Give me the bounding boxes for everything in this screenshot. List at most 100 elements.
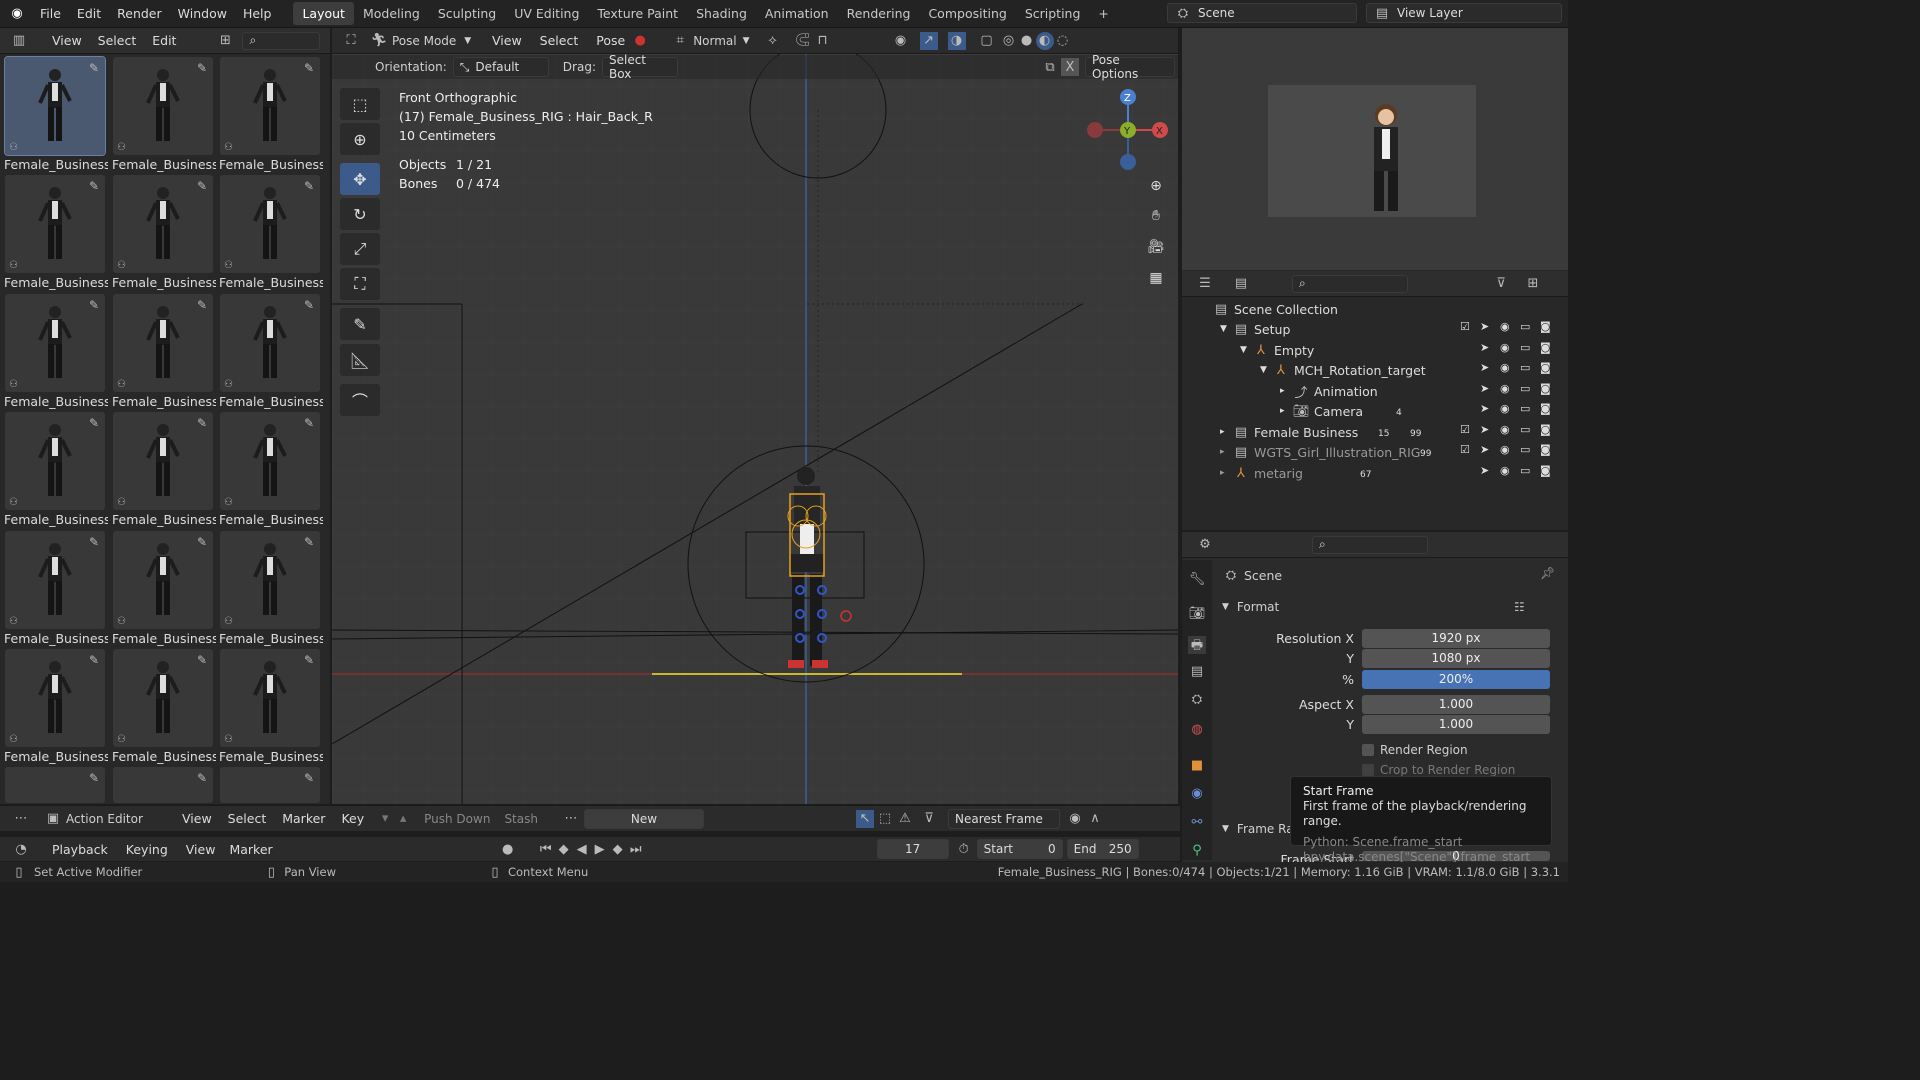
outliner-item[interactable]: ▸ ⤴ Animation bbox=[1280, 382, 1378, 401]
asset-thumbnail[interactable]: ✎ bbox=[113, 767, 213, 803]
select-arrow-icon[interactable]: ➤ bbox=[1480, 402, 1500, 415]
play-icon[interactable]: ▶ bbox=[591, 840, 609, 858]
start-frame-field[interactable]: Start 0 bbox=[976, 839, 1063, 859]
menu-render[interactable]: Render bbox=[109, 6, 170, 21]
asset-thumbnail[interactable]: ✎ ⚇ bbox=[4, 56, 106, 156]
aspect-x-field[interactable]: 1.000 bbox=[1362, 695, 1550, 714]
asset-thumbnail[interactable]: ✎ ⚇ bbox=[220, 57, 320, 155]
select-arrow-icon[interactable]: ➤ bbox=[1480, 423, 1500, 436]
edit-icon[interactable]: ✎ bbox=[89, 298, 99, 312]
edit-icon[interactable]: ✎ bbox=[197, 179, 207, 193]
asset-thumbnail[interactable]: ✎ ⚇ bbox=[113, 531, 213, 629]
tool-tab-icon[interactable]: 🔧︎ bbox=[1188, 572, 1206, 590]
disclosure-triangle-icon[interactable]: ▼ bbox=[1240, 345, 1252, 355]
constraints-tab-icon[interactable]: ⚯ bbox=[1188, 815, 1206, 833]
pivot-icon[interactable]: ⟡ bbox=[764, 32, 782, 50]
menu-help[interactable]: Help bbox=[235, 6, 280, 21]
gizmo-icon[interactable]: ↗ bbox=[919, 31, 938, 50]
falloff-icon[interactable]: ∧ bbox=[1086, 810, 1104, 828]
tab-sculpting[interactable]: Sculpting bbox=[429, 2, 505, 25]
move-tool[interactable]: ✥ bbox=[340, 163, 380, 195]
edit-icon[interactable]: ✎ bbox=[304, 179, 314, 193]
record-icon[interactable]: ● bbox=[499, 840, 517, 858]
timeline-menu-view[interactable]: View bbox=[180, 842, 222, 857]
camera-render-icon[interactable]: ◙ bbox=[1540, 464, 1560, 477]
outliner-item[interactable]: ▼ ▤ Setup bbox=[1220, 320, 1290, 338]
camera-render-icon[interactable]: ◙ bbox=[1540, 341, 1560, 354]
browse-action-icon[interactable]: ⋯ bbox=[562, 810, 580, 828]
viewport-menu-pose[interactable]: Pose bbox=[590, 33, 631, 48]
material-shading-icon[interactable]: ◐ bbox=[1035, 31, 1054, 50]
new-collection-icon[interactable]: ⊞ bbox=[1524, 275, 1542, 293]
asset-thumbnail[interactable]: ✎ ⚇ bbox=[113, 57, 213, 155]
eye-icon[interactable]: ◉ bbox=[1500, 320, 1520, 333]
outliner-search-input[interactable]: ⌕ bbox=[1292, 274, 1408, 293]
tab-scripting[interactable]: Scripting bbox=[1016, 2, 1090, 25]
filter-icon[interactable]: ⊽ bbox=[920, 810, 938, 828]
transform-tool[interactable]: ⛶ bbox=[340, 268, 380, 300]
push-down-button[interactable]: Push Down bbox=[424, 812, 490, 826]
prev-keyframe-icon[interactable]: ◆ bbox=[555, 840, 573, 858]
only-errors-icon[interactable]: ⚠ bbox=[896, 810, 914, 828]
asset-thumbnail[interactable]: ✎ ⚇ bbox=[113, 294, 213, 392]
menu-window[interactable]: Window bbox=[170, 6, 235, 21]
outliner-editor-icon[interactable]: ☰ bbox=[1196, 275, 1214, 293]
edit-icon[interactable]: ✎ bbox=[89, 653, 99, 667]
monitor-icon[interactable]: ▭ bbox=[1520, 402, 1540, 415]
outliner-item[interactable]: ▼ ⅄ Empty bbox=[1240, 341, 1314, 359]
timeline-menu-playback[interactable]: Playback bbox=[46, 842, 114, 857]
snap-icon[interactable]: 🧲︎ bbox=[794, 32, 812, 50]
edit-icon[interactable]: ✎ bbox=[197, 771, 207, 785]
outliner-item[interactable]: ▤ Scene Collection bbox=[1200, 300, 1338, 318]
tab-texture-paint[interactable]: Texture Paint bbox=[588, 2, 687, 25]
jump-end-icon[interactable]: ⏭ bbox=[627, 840, 645, 858]
proportional-edit-icon[interactable]: ◉ bbox=[1066, 810, 1084, 828]
pose-options-dropdown[interactable]: Pose Options bbox=[1084, 53, 1175, 81]
disclosure-triangle-icon[interactable]: ▸ bbox=[1220, 447, 1232, 457]
disclosure-triangle-icon[interactable]: ▸ bbox=[1220, 427, 1232, 437]
edit-icon[interactable]: ✎ bbox=[89, 61, 99, 75]
asset-thumbnail[interactable]: ✎ bbox=[5, 767, 105, 803]
edit-icon[interactable]: ✎ bbox=[89, 771, 99, 785]
display-mode-icon[interactable]: ▤ bbox=[1232, 275, 1250, 293]
asset-thumbnail[interactable]: ✎ ⚇ bbox=[113, 412, 213, 510]
aspect-y-field[interactable]: 1.000 bbox=[1362, 715, 1550, 734]
edit-icon[interactable]: ✎ bbox=[89, 416, 99, 430]
x-mirror-toggle[interactable]: X bbox=[1060, 58, 1079, 76]
asset-menu-view[interactable]: View bbox=[46, 33, 88, 48]
tab-uv-editing[interactable]: UV Editing bbox=[505, 2, 588, 25]
select-arrow-icon[interactable]: ➤ bbox=[1480, 382, 1500, 395]
eye-icon[interactable]: ◉ bbox=[1500, 382, 1520, 395]
blender-logo-icon[interactable]: ◉ bbox=[8, 5, 26, 23]
monitor-icon[interactable]: ▭ bbox=[1520, 341, 1540, 354]
asset-thumbnail[interactable]: ✎ ⚇ bbox=[113, 175, 213, 273]
mode-selector[interactable]: 🏃︎ Pose Mode ▼ bbox=[370, 32, 480, 50]
object-tab-icon[interactable]: ■ bbox=[1188, 758, 1206, 776]
visibility-icon[interactable]: ◉ bbox=[892, 32, 910, 50]
edit-icon[interactable]: ✎ bbox=[89, 179, 99, 193]
asset-thumbnail[interactable]: ✎ ⚇ bbox=[220, 175, 320, 273]
action-down-icon[interactable]: ▾ bbox=[376, 810, 394, 828]
asset-search-input[interactable]: ⌕ bbox=[242, 31, 321, 50]
eye-icon[interactable]: ◉ bbox=[1500, 423, 1520, 436]
mirror-icon[interactable]: ⧉ bbox=[1041, 58, 1059, 76]
outliner-item[interactable]: ▸ ▤ WGTS_Girl_Illustration_RIG bbox=[1220, 443, 1420, 461]
select-arrow-icon[interactable]: ➤ bbox=[1480, 443, 1500, 456]
outliner-item[interactable]: ▸ ⅄ metarig bbox=[1220, 464, 1303, 482]
menu-file[interactable]: File bbox=[32, 6, 69, 21]
asset-thumbnail[interactable]: ✎ ⚇ bbox=[220, 649, 320, 747]
asset-thumbnail[interactable]: ✎ ⚇ bbox=[5, 175, 105, 273]
xray-icon[interactable]: ▢ bbox=[978, 32, 996, 50]
monitor-icon[interactable]: ▭ bbox=[1520, 361, 1540, 374]
tab-shading[interactable]: Shading bbox=[687, 2, 756, 25]
snap-target-icon[interactable]: ⊓ bbox=[814, 32, 832, 50]
play-reverse-icon[interactable]: ◀ bbox=[573, 840, 591, 858]
monitor-icon[interactable]: ▭ bbox=[1520, 464, 1540, 477]
measure-tool[interactable]: 📐︎ bbox=[340, 344, 380, 376]
grid-view-icon[interactable]: ⊞ bbox=[216, 32, 234, 50]
disclosure-triangle-icon[interactable]: ▼ bbox=[1260, 365, 1272, 375]
tab-compositing[interactable]: Compositing bbox=[919, 2, 1015, 25]
asset-thumbnail[interactable]: ✎ ⚇ bbox=[220, 412, 320, 510]
tab-layout[interactable]: Layout bbox=[293, 2, 354, 25]
checkbox-icon[interactable]: ☑ bbox=[1460, 320, 1480, 333]
